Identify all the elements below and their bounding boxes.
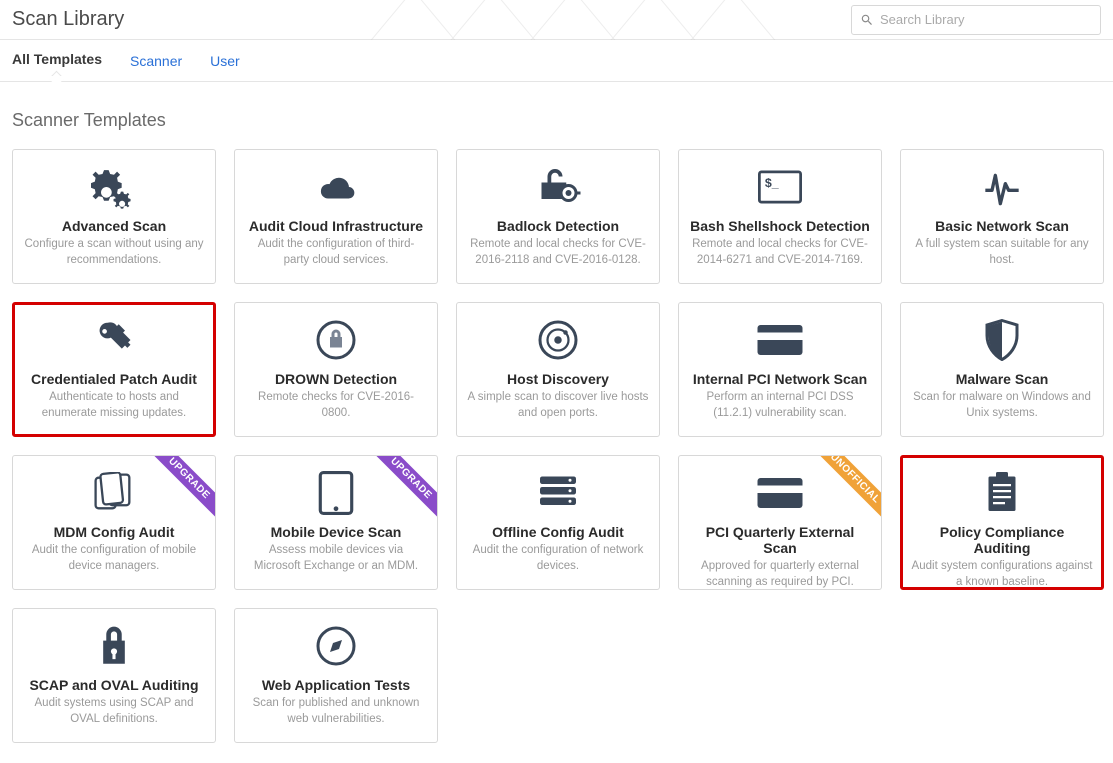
card-title: Advanced Scan — [23, 218, 205, 234]
tab-all-templates[interactable]: All Templates — [12, 40, 102, 81]
clipboard-icon — [911, 468, 1093, 518]
card-desc: Audit systems using SCAP and OVAL defini… — [23, 696, 205, 727]
credit-card-icon — [689, 315, 871, 365]
gears-icon — [23, 162, 205, 212]
template-offline-config[interactable]: Offline Config Audit Audit the configura… — [456, 455, 660, 590]
tabs: All Templates Scanner User — [0, 40, 1113, 82]
card-desc: Audit the configuration of third-party c… — [245, 237, 427, 268]
template-mdm-config[interactable]: UPGRADE MDM Config Audit Audit the confi… — [12, 455, 216, 590]
template-audit-cloud[interactable]: Audit Cloud Infrastructure Audit the con… — [234, 149, 438, 284]
card-desc: Approved for quarterly external scanning… — [689, 559, 871, 590]
card-title: Mobile Device Scan — [245, 524, 427, 540]
card-desc: A simple scan to discover live hosts and… — [467, 390, 649, 421]
svg-text:$_: $_ — [765, 176, 779, 190]
template-host-discovery[interactable]: Host Discovery A simple scan to discover… — [456, 302, 660, 437]
card-title: Malware Scan — [911, 371, 1093, 387]
card-title: Badlock Detection — [467, 218, 649, 234]
card-title: SCAP and OVAL Auditing — [23, 677, 205, 693]
card-desc: Scan for published and unknown web vulne… — [245, 696, 427, 727]
card-desc: Scan for malware on Windows and Unix sys… — [911, 390, 1093, 421]
card-desc: Remote checks for CVE-2016-0800. — [245, 390, 427, 421]
card-title: MDM Config Audit — [23, 524, 205, 540]
compass-icon — [245, 621, 427, 671]
search-icon — [860, 13, 874, 27]
card-title: Web Application Tests — [245, 677, 427, 693]
card-title: Offline Config Audit — [467, 524, 649, 540]
lock-icon — [23, 621, 205, 671]
template-badlock[interactable]: Badlock Detection Remote and local check… — [456, 149, 660, 284]
lock-circle-icon — [245, 315, 427, 365]
template-grid: Advanced Scan Configure a scan without u… — [0, 149, 1113, 763]
top-bar: Scan Library — [0, 0, 1113, 40]
template-basic-network[interactable]: Basic Network Scan A full system scan su… — [900, 149, 1104, 284]
card-desc: A full system scan suitable for any host… — [911, 237, 1093, 268]
template-scap-oval[interactable]: SCAP and OVAL Auditing Audit systems usi… — [12, 608, 216, 743]
template-internal-pci[interactable]: Internal PCI Network Scan Perform an int… — [678, 302, 882, 437]
card-desc: Remote and local checks for CVE-2016-211… — [467, 237, 649, 268]
card-title: Basic Network Scan — [911, 218, 1093, 234]
decorative-geometry — [353, 0, 853, 40]
template-shellshock[interactable]: $_ Bash Shellshock Detection Remote and … — [678, 149, 882, 284]
template-web-app-tests[interactable]: Web Application Tests Scan for published… — [234, 608, 438, 743]
template-credentialed-patch[interactable]: Credentialed Patch Audit Authenticate to… — [12, 302, 216, 437]
card-desc: Audit the configuration of network devic… — [467, 543, 649, 574]
server-stack-icon — [467, 468, 649, 518]
card-title: Host Discovery — [467, 371, 649, 387]
template-mobile-device[interactable]: UPGRADE Mobile Device Scan Assess mobile… — [234, 455, 438, 590]
card-desc: Authenticate to hosts and enumerate miss… — [23, 390, 205, 421]
template-pci-quarterly[interactable]: UNOFFICIAL PCI Quarterly External Scan A… — [678, 455, 882, 590]
keys-icon — [23, 315, 205, 365]
card-title: Credentialed Patch Audit — [23, 371, 205, 387]
card-desc: Assess mobile devices via Microsoft Exch… — [245, 543, 427, 574]
card-title: DROWN Detection — [245, 371, 427, 387]
card-desc: Perform an internal PCI DSS (11.2.1) vul… — [689, 390, 871, 421]
template-malware[interactable]: Malware Scan Scan for malware on Windows… — [900, 302, 1104, 437]
shield-icon — [911, 315, 1093, 365]
card-title: PCI Quarterly External Scan — [689, 524, 871, 556]
search-wrapper[interactable] — [851, 5, 1101, 35]
card-desc: Remote and local checks for CVE-2014-627… — [689, 237, 871, 268]
terminal-icon: $_ — [689, 162, 871, 212]
broken-lock-icon — [467, 162, 649, 212]
cloud-icon — [245, 162, 427, 212]
card-desc: Audit system configurations against a kn… — [911, 559, 1093, 590]
pulse-icon — [911, 162, 1093, 212]
template-advanced-scan[interactable]: Advanced Scan Configure a scan without u… — [12, 149, 216, 284]
tab-user[interactable]: User — [210, 40, 240, 81]
card-title: Bash Shellshock Detection — [689, 218, 871, 234]
template-policy-compliance[interactable]: Policy Compliance Auditing Audit system … — [900, 455, 1104, 590]
section-title: Scanner Templates — [0, 82, 1113, 149]
card-desc: Configure a scan without using any recom… — [23, 237, 205, 268]
tab-scanner[interactable]: Scanner — [130, 40, 182, 81]
page-title: Scan Library — [12, 8, 124, 31]
radar-icon — [467, 315, 649, 365]
card-title: Internal PCI Network Scan — [689, 371, 871, 387]
card-title: Audit Cloud Infrastructure — [245, 218, 427, 234]
card-title: Policy Compliance Auditing — [911, 524, 1093, 556]
search-input[interactable] — [880, 12, 1092, 27]
card-desc: Audit the configuration of mobile device… — [23, 543, 205, 574]
template-drown[interactable]: DROWN Detection Remote checks for CVE-20… — [234, 302, 438, 437]
